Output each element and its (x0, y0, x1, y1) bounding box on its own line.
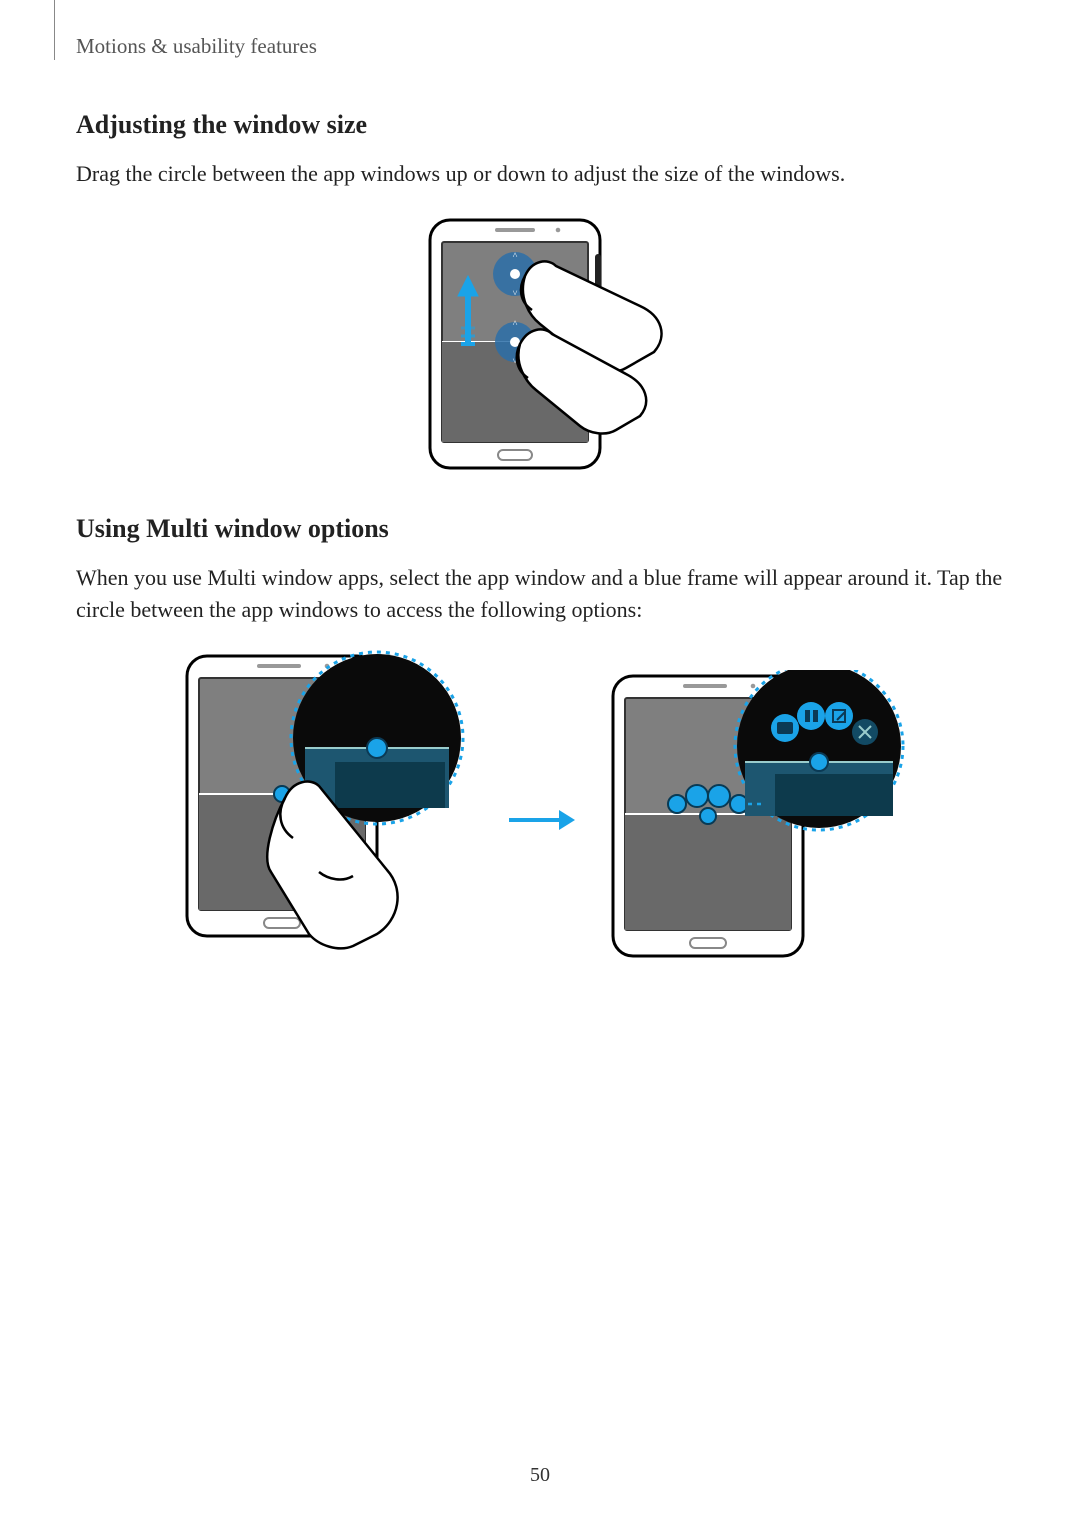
illustration-tap-handle (167, 650, 487, 990)
svg-text:˅: ˅ (512, 288, 517, 298)
header-rule (54, 0, 55, 60)
heading-adjust-window: Adjusting the window size (76, 110, 1004, 140)
figure-multi-window-options (76, 650, 1004, 990)
svg-text:˄: ˄ (512, 250, 517, 260)
heading-multi-window-options: Using Multi window options (76, 514, 1004, 544)
page-number: 50 (0, 1464, 1080, 1487)
illustration-drag-resize: ˄ ˅ ˄ ˅ (390, 214, 690, 474)
body-adjust-window: Drag the circle between the app windows … (76, 158, 1004, 190)
svg-text:˄: ˄ (512, 318, 517, 328)
section-header: Motions & usability features (76, 34, 317, 59)
figure-adjust-window: ˄ ˅ ˄ ˅ (76, 214, 1004, 474)
arrow-right-icon (505, 800, 575, 840)
body-multi-window-options: When you use Multi window apps, select t… (76, 562, 1004, 626)
illustration-options-open (593, 670, 913, 970)
